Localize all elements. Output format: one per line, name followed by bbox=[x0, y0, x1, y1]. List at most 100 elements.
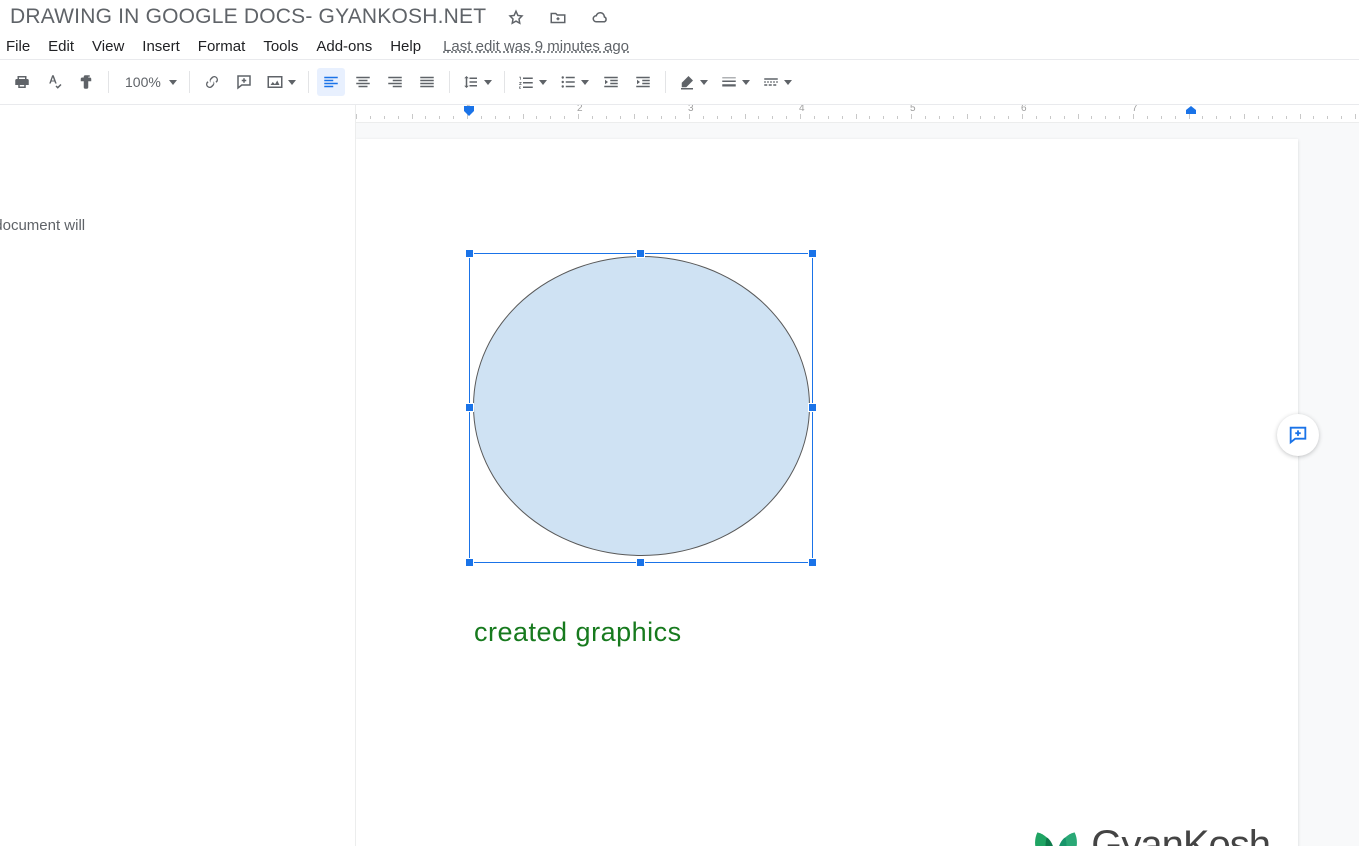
caption-text: created graphics bbox=[474, 617, 682, 648]
ruler-tick bbox=[869, 116, 870, 119]
ruler-tick bbox=[578, 114, 579, 119]
document-page[interactable]: created graphics GyanKosh Learning Made … bbox=[356, 139, 1298, 846]
ruler-tick bbox=[1105, 116, 1106, 119]
ruler-tick bbox=[536, 116, 537, 119]
ruler-tick bbox=[1175, 116, 1176, 119]
selection-box[interactable] bbox=[469, 253, 813, 563]
chevron-down-icon bbox=[288, 80, 296, 85]
resize-handle-se[interactable] bbox=[808, 558, 817, 567]
add-comment-icon[interactable] bbox=[230, 68, 258, 96]
increase-indent-icon[interactable] bbox=[629, 68, 657, 96]
ruler-label: 4 bbox=[799, 105, 805, 114]
zoom-value: 100% bbox=[125, 74, 161, 90]
ruler-tick bbox=[1355, 114, 1356, 119]
chevron-down-icon bbox=[581, 80, 589, 85]
horizontal-ruler[interactable]: 1234567 bbox=[356, 105, 1359, 123]
ruler-tick bbox=[1286, 116, 1287, 119]
ruler-tick bbox=[953, 116, 954, 119]
chevron-down-icon bbox=[169, 80, 177, 85]
toolbar: 100% bbox=[0, 60, 1359, 104]
numbered-list-icon[interactable] bbox=[513, 68, 551, 96]
menu-format[interactable]: Format bbox=[198, 38, 246, 55]
resize-handle-sw[interactable] bbox=[465, 558, 474, 567]
ruler-tick bbox=[509, 116, 510, 119]
resize-handle-e[interactable] bbox=[808, 403, 817, 412]
align-right-icon[interactable] bbox=[381, 68, 409, 96]
menu-edit[interactable]: Edit bbox=[48, 38, 74, 55]
ruler-tick bbox=[703, 116, 704, 119]
ruler-tick bbox=[1202, 116, 1203, 119]
ruler-tick bbox=[1313, 116, 1314, 119]
ruler-tick bbox=[967, 114, 968, 119]
move-folder-icon[interactable] bbox=[544, 4, 572, 32]
border-dash-icon[interactable] bbox=[758, 68, 796, 96]
resize-handle-n[interactable] bbox=[636, 249, 645, 258]
ruler-tick bbox=[980, 116, 981, 119]
insert-link-icon[interactable] bbox=[198, 68, 226, 96]
ruler-tick bbox=[814, 116, 815, 119]
insert-image-icon[interactable] bbox=[262, 68, 300, 96]
paint-format-icon[interactable] bbox=[72, 68, 100, 96]
ruler-tick bbox=[939, 116, 940, 119]
separator bbox=[308, 71, 309, 93]
menu-file[interactable]: File bbox=[6, 38, 30, 55]
ruler-tick bbox=[758, 116, 759, 119]
ruler-tick bbox=[842, 116, 843, 119]
ruler-tick bbox=[994, 116, 995, 119]
menu-tools[interactable]: Tools bbox=[263, 38, 298, 55]
menu-bar: File Edit View Insert Format Tools Add-o… bbox=[0, 32, 1359, 59]
last-edit-link[interactable]: Last edit was 9 minutes ago bbox=[443, 38, 629, 55]
print-icon[interactable] bbox=[8, 68, 36, 96]
ruler-tick bbox=[1327, 116, 1328, 119]
star-icon[interactable] bbox=[502, 4, 530, 32]
ruler-tick bbox=[481, 116, 482, 119]
border-weight-icon[interactable] bbox=[716, 68, 754, 96]
toolbar-container: 100% bbox=[0, 59, 1359, 105]
spellcheck-icon[interactable] bbox=[40, 68, 68, 96]
workspace: lings you add to the document will ar he… bbox=[0, 105, 1359, 846]
cloud-status-icon[interactable] bbox=[586, 4, 614, 32]
watermark-text: GyanKosh Learning Made Easy bbox=[1091, 825, 1270, 846]
ruler-label: 6 bbox=[1021, 105, 1027, 114]
ruler-label: 2 bbox=[577, 105, 583, 114]
border-color-icon[interactable] bbox=[674, 68, 712, 96]
ruler-tick bbox=[772, 116, 773, 119]
canvas-area[interactable]: 1234567 created graphics bbox=[356, 105, 1359, 846]
left-indent-marker[interactable] bbox=[463, 106, 475, 123]
ruler-tick bbox=[786, 116, 787, 119]
watermark-logo: GyanKosh Learning Made Easy bbox=[1025, 825, 1270, 846]
right-indent-marker[interactable] bbox=[1185, 106, 1197, 123]
menu-addons[interactable]: Add-ons bbox=[316, 38, 372, 55]
title-bar: DRAWING IN GOOGLE DOCS- GYANKOSH.NET bbox=[0, 0, 1359, 32]
ruler-tick bbox=[1050, 116, 1051, 119]
resize-handle-w[interactable] bbox=[465, 403, 474, 412]
resize-handle-s[interactable] bbox=[636, 558, 645, 567]
ruler-tick bbox=[384, 116, 385, 119]
outline-empty-message: lings you add to the document will ar he… bbox=[0, 215, 325, 257]
ruler-tick bbox=[911, 114, 912, 119]
ruler-tick bbox=[897, 116, 898, 119]
zoom-select[interactable]: 100% bbox=[117, 74, 181, 90]
align-justify-icon[interactable] bbox=[413, 68, 441, 96]
bulleted-list-icon[interactable] bbox=[555, 68, 593, 96]
align-left-icon[interactable] bbox=[317, 68, 345, 96]
resize-handle-ne[interactable] bbox=[808, 249, 817, 258]
ruler-label: 5 bbox=[910, 105, 916, 114]
menu-view[interactable]: View bbox=[92, 38, 124, 55]
separator bbox=[504, 71, 505, 93]
ruler-tick bbox=[550, 116, 551, 119]
ruler-label: 3 bbox=[688, 105, 694, 114]
align-center-icon[interactable] bbox=[349, 68, 377, 96]
ruler-tick bbox=[439, 116, 440, 119]
outline-msg-line1: lings you add to the document will bbox=[0, 217, 85, 234]
ruler-tick bbox=[1036, 116, 1037, 119]
menu-help[interactable]: Help bbox=[390, 38, 421, 55]
ruler-label: 7 bbox=[1132, 105, 1138, 114]
add-comment-fab[interactable] bbox=[1277, 414, 1319, 456]
decrease-indent-icon[interactable] bbox=[597, 68, 625, 96]
menu-insert[interactable]: Insert bbox=[142, 38, 180, 55]
resize-handle-nw[interactable] bbox=[465, 249, 474, 258]
line-spacing-icon[interactable] bbox=[458, 68, 496, 96]
ruler-tick bbox=[1230, 116, 1231, 119]
document-title[interactable]: DRAWING IN GOOGLE DOCS- GYANKOSH.NET bbox=[6, 3, 490, 31]
